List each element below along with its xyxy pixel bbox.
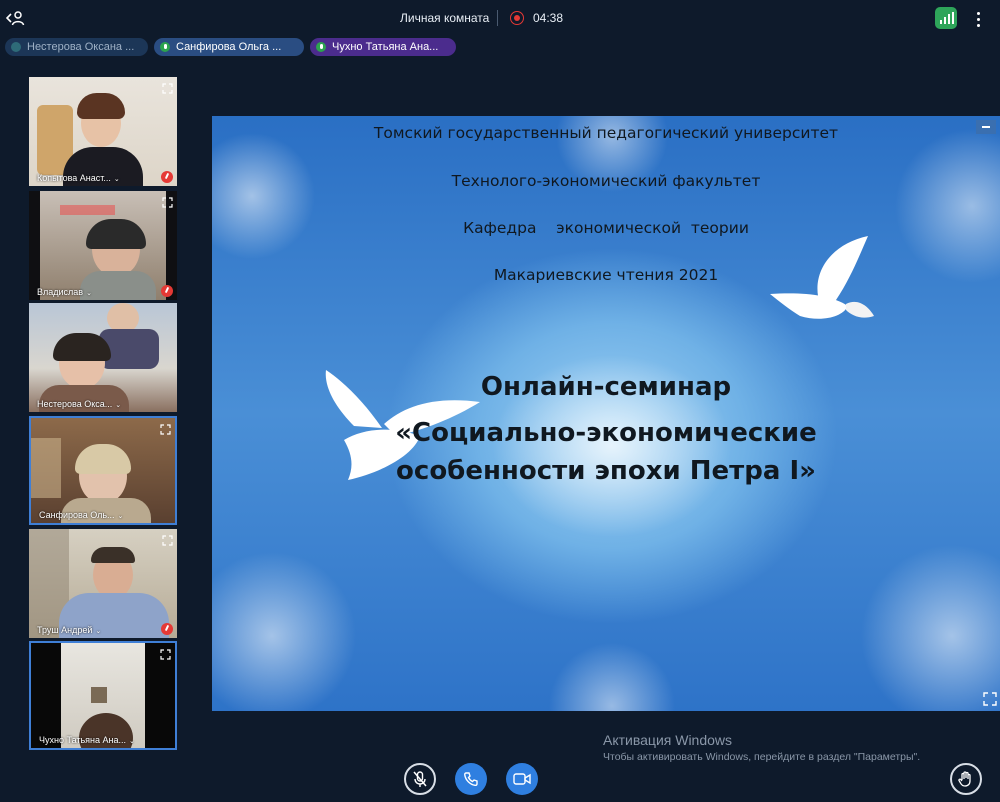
participant-video	[29, 529, 177, 638]
participant-tile[interactable]: Владислав ⌄	[29, 191, 177, 300]
dove-right-image	[770, 236, 874, 319]
microphone-off-icon	[413, 771, 427, 787]
participant-tile[interactable]: Санфирова Оль... ⌄	[29, 416, 177, 525]
slide-faculty: Технолого-экономический факультет	[451, 172, 761, 190]
record-icon	[510, 11, 524, 25]
participant-video	[40, 191, 166, 300]
participant-video	[29, 77, 177, 186]
participant-chip[interactable]: Санфирова Ольга ...	[154, 38, 304, 56]
participant-tile[interactable]: Нестерова Окса... ⌄	[29, 303, 177, 412]
hand-icon	[958, 771, 971, 787]
camera-icon	[513, 773, 531, 785]
participant-chip[interactable]: Нестерова Оксана ...	[5, 38, 148, 56]
call-timer: 04:38	[533, 11, 564, 25]
speaker-chips: Нестерова Оксана ... Санфирова Ольга ...…	[5, 38, 456, 56]
participant-video	[31, 418, 175, 523]
slide-title-1: Онлайн-семинар	[480, 372, 732, 402]
participant-video	[29, 303, 177, 412]
raise-hand-button[interactable]	[950, 763, 982, 795]
minimize-slide-icon[interactable]	[976, 120, 996, 134]
participant-name: Владислав ⌄	[37, 287, 92, 297]
microphone-muted-icon	[161, 171, 173, 183]
windows-activation-title: Активация Windows	[603, 732, 733, 748]
room-title: Личная комната	[400, 11, 490, 25]
more-options-icon[interactable]	[970, 9, 986, 29]
slide-title-3: особенности эпохи Петра I»	[396, 456, 816, 486]
participant-name: Труш Андрей ⌄	[37, 625, 102, 635]
expand-icon[interactable]	[162, 81, 173, 94]
shared-slide[interactable]: Томский государственный педагогический у…	[212, 116, 1000, 711]
microphone-muted-icon	[161, 623, 173, 635]
slide-department: Кафедра экономической теории	[463, 219, 749, 237]
participant-video	[61, 643, 145, 748]
microphone-toggle-button[interactable]	[404, 763, 436, 795]
top-bar: Личная комната 04:38	[0, 0, 1000, 36]
microphone-muted-icon	[161, 285, 173, 297]
slide-title-2: «Социально-экономические	[395, 418, 817, 448]
camera-toggle-button[interactable]	[506, 763, 538, 795]
participant-tile[interactable]: Чухно Татьяна Ана... ⌄	[29, 641, 177, 750]
participant-chip-label: Нестерова Оксана ...	[27, 41, 135, 53]
signal-strength-icon[interactable]	[935, 7, 957, 29]
participant-name: Нестерова Окса... ⌄	[37, 399, 122, 409]
windows-activation-subtitle: Чтобы активировать Windows, перейдите в …	[603, 751, 921, 763]
expand-icon[interactable]	[160, 422, 171, 435]
participant-tile[interactable]: Труш Андрей ⌄	[29, 529, 177, 638]
phone-icon	[464, 772, 478, 787]
participant-name: Санфирова Оль... ⌄	[39, 510, 124, 520]
fullscreen-icon[interactable]	[983, 692, 997, 706]
end-call-button[interactable]	[455, 763, 487, 795]
expand-icon[interactable]	[162, 533, 173, 546]
expand-icon[interactable]	[160, 647, 171, 660]
slide-university: Томский государственный педагогический у…	[373, 124, 839, 142]
leave-room-icon[interactable]	[5, 9, 26, 27]
participant-chip-label: Чухно Татьяна Ана...	[332, 41, 439, 53]
participant-chip[interactable]: Чухно Татьяна Ана...	[310, 38, 456, 56]
participant-name: Копытова Анаст... ⌄	[37, 173, 120, 183]
microphone-active-icon	[316, 42, 326, 52]
divider	[497, 10, 498, 26]
participant-tile[interactable]: Копытова Анаст... ⌄	[29, 77, 177, 186]
microphone-active-icon	[160, 42, 170, 52]
slide-event: Макариевские чтения 2021	[493, 266, 719, 284]
participant-name: Чухно Татьяна Ана... ⌄	[39, 735, 135, 745]
status-dot-icon	[11, 42, 21, 52]
expand-icon[interactable]	[162, 195, 173, 208]
participant-chip-label: Санфирова Ольга ...	[176, 41, 282, 53]
